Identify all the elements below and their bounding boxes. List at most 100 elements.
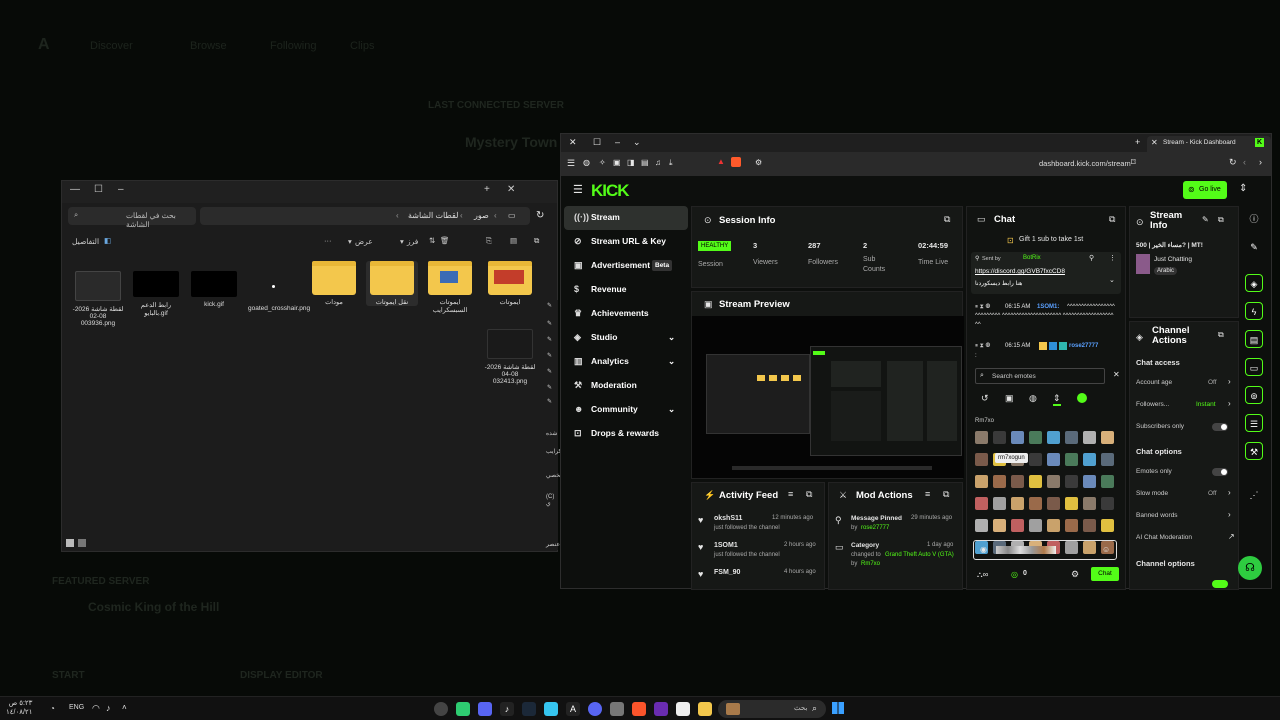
filter-icon[interactable]: ≡ (788, 489, 793, 499)
emote[interactable] (1101, 453, 1114, 466)
mod-action-user[interactable]: rose27777 (861, 525, 889, 531)
chevron-right-icon[interactable]: › (1228, 377, 1231, 386)
emote[interactable] (1047, 453, 1060, 466)
share-icon[interactable]: ⋰ (1245, 486, 1263, 504)
emote[interactable] (1011, 497, 1024, 510)
filter-icon[interactable]: ≡ (925, 489, 930, 499)
activity-user[interactable]: 1SOM1 (714, 542, 738, 549)
minimize-icon[interactable]: – (615, 137, 620, 147)
chevron-right-icon[interactable]: › (1228, 510, 1231, 519)
close-icon[interactable]: ✕ (507, 184, 515, 195)
clipboard-icon[interactable]: ▤ (1245, 330, 1263, 348)
sort-icon[interactable]: ⇕ (1239, 183, 1247, 194)
emote[interactable] (1065, 475, 1078, 488)
emote[interactable] (1065, 497, 1078, 510)
emote[interactable] (975, 475, 988, 488)
taskbar-search[interactable]: بحث ⌕ (718, 700, 826, 718)
emote[interactable] (1029, 475, 1042, 488)
minimize-icon[interactable]: — (70, 184, 80, 195)
shield-icon[interactable]: ◍ (583, 158, 590, 167)
sidebar-item-stream[interactable]: ((·)) Stream (564, 206, 688, 230)
file-item[interactable]: لقطة شاشة 2026-08-04 032413.png (484, 329, 536, 385)
emote[interactable] (1011, 475, 1024, 488)
popout-icon[interactable]: ⧉ (1218, 330, 1224, 340)
emote[interactable] (1029, 431, 1042, 444)
history-icon[interactable]: ↺ (981, 393, 989, 404)
new-tab-icon[interactable]: + (484, 184, 490, 195)
emotes-only-toggle[interactable] (1212, 468, 1228, 476)
emote[interactable] (1065, 519, 1078, 532)
edit-icon[interactable]: ✎ (1245, 238, 1263, 256)
gear-icon[interactable]: ⚙ (1071, 569, 1079, 580)
app-icon[interactable] (434, 702, 448, 716)
notification-icon[interactable]: ◔ (50, 704, 55, 713)
emote[interactable] (993, 519, 1006, 532)
alert-icon[interactable]: ▲ (717, 157, 725, 166)
category-name[interactable]: Just Chatting (1154, 256, 1192, 263)
sidebar-item-revenue[interactable]: $ Revenue (564, 278, 688, 302)
emote[interactable] (1047, 519, 1060, 532)
view-grid-icon[interactable] (66, 539, 74, 547)
sidebar-item-advertisement[interactable]: ▣ Advertisement Beta (564, 254, 688, 278)
sidebar-item-drops[interactable]: ⊡ Drops & rewards (564, 422, 688, 446)
sidebar-item-stream-url[interactable]: ⊘ Stream URL & Key (564, 230, 688, 254)
gift-banner[interactable]: Gift 1 sub to take 1st (1019, 236, 1083, 243)
new-tab-icon[interactable]: + (1135, 137, 1140, 147)
emote[interactable] (1029, 453, 1042, 466)
file-item[interactable]: kick.gif (188, 271, 240, 308)
close-icon[interactable]: ✕ (1151, 138, 1158, 147)
emote[interactable] (1011, 431, 1024, 444)
sort-button[interactable]: فرز (407, 237, 418, 246)
brave-icon[interactable] (632, 702, 646, 716)
emote[interactable] (1083, 497, 1096, 510)
copy-icon[interactable]: ⧉ (534, 236, 539, 246)
shield-icon[interactable]: ◈ (1245, 274, 1263, 292)
emote[interactable] (1029, 497, 1042, 510)
kick-logo[interactable]: KICK (591, 181, 630, 201)
channel-option-toggle[interactable] (1212, 580, 1228, 588)
details-button[interactable]: التفاصيل (72, 237, 99, 246)
explorer-address[interactable]: ‹ لقطات الشاشة ‹ صور ‹ ▭ (200, 207, 530, 225)
chat-send-button[interactable]: Chat (1091, 567, 1119, 581)
steam-icon[interactable] (522, 702, 536, 716)
sidebar-item-studio[interactable]: ◈ Studio ⌄ (564, 326, 688, 350)
emote[interactable] (1101, 497, 1114, 510)
emote[interactable] (1083, 431, 1096, 444)
paste-icon[interactable]: ▤ (510, 236, 517, 245)
breadcrumb-item[interactable]: صور (474, 211, 489, 220)
language-indicator[interactable]: ENG (69, 704, 84, 711)
file-item[interactable]: goated_crosshair.png (248, 271, 310, 312)
chevron-right-icon[interactable]: › (1228, 399, 1231, 408)
breadcrumb-item[interactable]: لقطات الشاشة (408, 211, 458, 220)
site-info-icon[interactable]: ⚙ (755, 158, 762, 167)
app-icon[interactable] (654, 702, 668, 716)
folder-item[interactable]: ايموتات السبسكرايب (424, 261, 476, 314)
emote-search-input[interactable]: ⌕ Search emotes (975, 368, 1105, 384)
pinned-user[interactable]: BotRix (1023, 255, 1041, 261)
emote[interactable] (1101, 475, 1114, 488)
app-icon[interactable] (544, 702, 558, 716)
more-icon[interactable]: ⋮ (1109, 254, 1116, 262)
tabs-icon[interactable]: ▣ (613, 158, 621, 167)
volume-icon[interactable]: ♪ (106, 703, 111, 713)
emote[interactable] (975, 519, 988, 532)
more-icon[interactable]: ··· (324, 236, 332, 245)
sidebar-item-moderation[interactable]: ⚒ Moderation (564, 374, 688, 398)
external-link-icon[interactable]: ↗ (1228, 532, 1235, 541)
sort-icon[interactable]: ⇕ (1053, 393, 1061, 406)
forward-icon[interactable]: › (1259, 157, 1262, 167)
chat-icon[interactable]: ▭ (1245, 358, 1263, 376)
emote[interactable] (1083, 453, 1096, 466)
pin-icon[interactable]: ⚲ (1089, 254, 1094, 262)
chevron-right-icon[interactable]: › (1228, 488, 1231, 497)
view-button[interactable]: عرض (355, 237, 373, 246)
minimize-icon[interactable]: – (118, 184, 124, 195)
globe-icon[interactable]: ◍ (1029, 393, 1037, 404)
bolt-icon[interactable]: ϟ (1245, 302, 1263, 320)
chat-user[interactable]: rose27777 (1069, 343, 1098, 349)
menu-icon[interactable]: ☰ (567, 158, 575, 169)
download-icon[interactable]: ⤓ (669, 158, 673, 168)
emote[interactable] (1101, 431, 1114, 444)
channel-icon[interactable]: ▣ (1005, 393, 1014, 404)
pinned-link[interactable]: https://discord.gg/GVB7fxcCD8 (975, 268, 1065, 275)
